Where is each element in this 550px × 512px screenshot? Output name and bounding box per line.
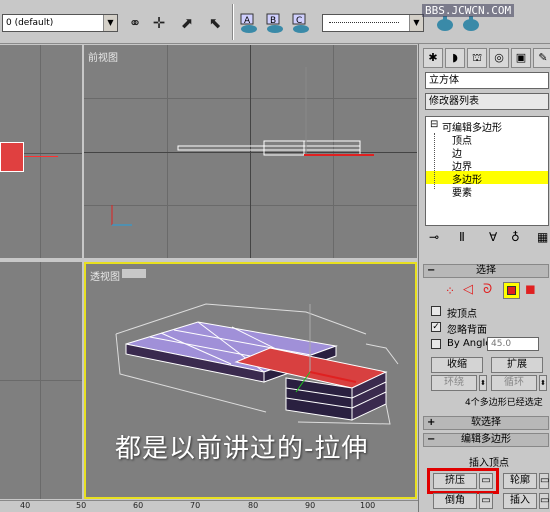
command-panel: ✱ ◗ ⛫ ◎ ▣ ✎ 立方体 修改器列表 ⊟ 可编辑多边形 顶点 边 边界 多… (418, 44, 550, 512)
hierarchy-tab-icon[interactable]: ⛫ (467, 48, 487, 68)
rollout-title: 编辑多边形 (461, 434, 511, 445)
tick-label: 100 (360, 501, 376, 510)
tick-label: 90 (305, 501, 316, 510)
soft-selection-rollout-header[interactable]: + 软选择 (423, 416, 549, 430)
polygon-mode-icon (507, 286, 516, 295)
make-unique-icon[interactable]: ∀ (489, 230, 497, 244)
render-c-icon[interactable]: C (290, 12, 312, 34)
edit-polygons-rollout-header[interactable]: − 编辑多边形 (423, 433, 549, 447)
rollout-title: 选择 (476, 265, 496, 276)
rollout-title: 软选择 (471, 417, 501, 428)
layer-dropdown-value: 0 (default) (6, 18, 54, 28)
pin-stack-icon[interactable]: ⊸ (429, 230, 439, 244)
loop-spinner[interactable]: ⬍ (539, 375, 547, 391)
polygon-mode-button[interactable] (503, 282, 520, 299)
extrude-settings-button[interactable]: ▭ (479, 473, 493, 489)
tick-label: 80 (248, 501, 259, 510)
ignore-backfacing-checkbox[interactable]: ✓ (431, 322, 441, 332)
by-vertex-checkbox[interactable] (431, 306, 441, 316)
object-name-field[interactable]: 立方体 (425, 72, 549, 89)
select-region-icon[interactable]: ⬉ (204, 12, 226, 34)
utilities-tab-icon[interactable]: ✎ (533, 48, 550, 68)
named-selection-dropdown[interactable]: ▼ (322, 14, 424, 32)
tutorial-caption: 都是以前讲过的-拉伸 (115, 434, 369, 464)
stack-selection-highlight (426, 171, 548, 184)
svg-text:C: C (296, 16, 302, 26)
selection-rollout-header[interactable]: − 选择 (423, 264, 549, 278)
by-vertex-label: 按顶点 (447, 309, 477, 320)
ring-spinner[interactable]: ⬍ (479, 375, 487, 391)
by-angle-checkbox[interactable] (431, 339, 441, 349)
border-mode-icon[interactable]: ᘐ (483, 282, 492, 297)
create-tab-icon[interactable]: ✱ (423, 48, 443, 68)
timeline-ruler[interactable]: 40 50 60 70 80 90 100 (0, 500, 418, 512)
bevel-button[interactable]: 倒角 (433, 493, 477, 509)
inset-settings-button[interactable]: ▭ (539, 493, 549, 509)
angle-spinner[interactable]: 45.0 (487, 337, 539, 351)
tick-label: 50 (76, 501, 87, 510)
tree-line (434, 133, 435, 189)
link-icon[interactable]: ⚭ (124, 12, 146, 34)
toolbar-separator (232, 4, 234, 40)
viewport-front[interactable]: 前视图 (84, 45, 417, 258)
select-move-icon[interactable]: ✛ (148, 12, 170, 34)
ring-button[interactable]: 环绕 (431, 375, 477, 391)
chevron-down-icon[interactable]: ▼ (409, 15, 423, 31)
edge-mode-icon[interactable]: ◁ (463, 282, 473, 297)
modify-tab-icon[interactable]: ◗ (445, 48, 465, 68)
svg-text:A: A (244, 16, 251, 26)
expand-icon: + (427, 417, 436, 428)
tick-label: 70 (190, 501, 201, 510)
remove-modifier-icon[interactable]: ♁ (511, 230, 520, 244)
display-tab-icon[interactable]: ▣ (511, 48, 531, 68)
main-toolbar: 0 (default) ▼ ⚭ ✛ ⬈ ⬉ A B C ▼ BBS.JCWCN.… (0, 0, 550, 44)
tick-label: 40 (20, 501, 31, 510)
render-b-icon[interactable]: B (264, 12, 286, 34)
show-end-result-icon[interactable]: Ⅱ (459, 230, 465, 244)
viewport-top-left[interactable] (0, 45, 82, 258)
element-mode-icon[interactable]: ◼ (525, 282, 536, 297)
dotted-line (329, 22, 399, 23)
outline-button[interactable]: 轮廓 (503, 473, 537, 489)
chevron-down-icon[interactable]: ▼ (103, 15, 117, 31)
layer-dropdown[interactable]: 0 (default) ▼ (2, 14, 118, 32)
bevel-settings-button[interactable]: ▭ (479, 493, 493, 509)
axis-line (24, 156, 58, 157)
loop-button[interactable]: 循环 (491, 375, 537, 391)
configure-icon[interactable]: ▦ (537, 230, 548, 244)
motion-tab-icon[interactable]: ◎ (489, 48, 509, 68)
inset-button[interactable]: 插入 (503, 493, 537, 509)
insert-vertex-button[interactable]: 插入顶点 (469, 454, 509, 469)
collapse-icon: − (427, 265, 436, 276)
modifier-stack[interactable]: ⊟ 可编辑多边形 顶点 边 边界 多边形 要素 (425, 116, 549, 226)
ignore-backfacing-label: 忽略背面 (447, 325, 487, 336)
stack-root[interactable]: 可编辑多边形 (442, 119, 502, 134)
collapse-icon: − (427, 434, 436, 445)
vertex-mode-icon[interactable]: ⁘ (445, 284, 455, 298)
modifier-list-dropdown[interactable]: 修改器列表 (425, 93, 549, 110)
shrink-button[interactable]: 收缩 (431, 357, 483, 373)
render-a-icon[interactable]: A (238, 12, 260, 34)
viewport-bottom-left[interactable] (0, 262, 82, 499)
watermark: BBS.JCWCN.COM (422, 4, 515, 17)
stack-item-element[interactable]: 要素 (452, 184, 472, 199)
front-geometry (111, 67, 374, 226)
select-rotate-icon[interactable]: ⬈ (176, 12, 198, 34)
extrude-button[interactable]: 挤压 (433, 473, 477, 489)
selected-object (0, 142, 24, 172)
grow-button[interactable]: 扩展 (491, 357, 543, 373)
outline-settings-button[interactable]: ▭ (539, 473, 549, 489)
tick-label: 60 (133, 501, 144, 510)
collapse-icon[interactable]: ⊟ (430, 119, 438, 130)
svg-text:B: B (270, 16, 276, 26)
selection-status: 4个多边形已经选定 (465, 398, 543, 408)
